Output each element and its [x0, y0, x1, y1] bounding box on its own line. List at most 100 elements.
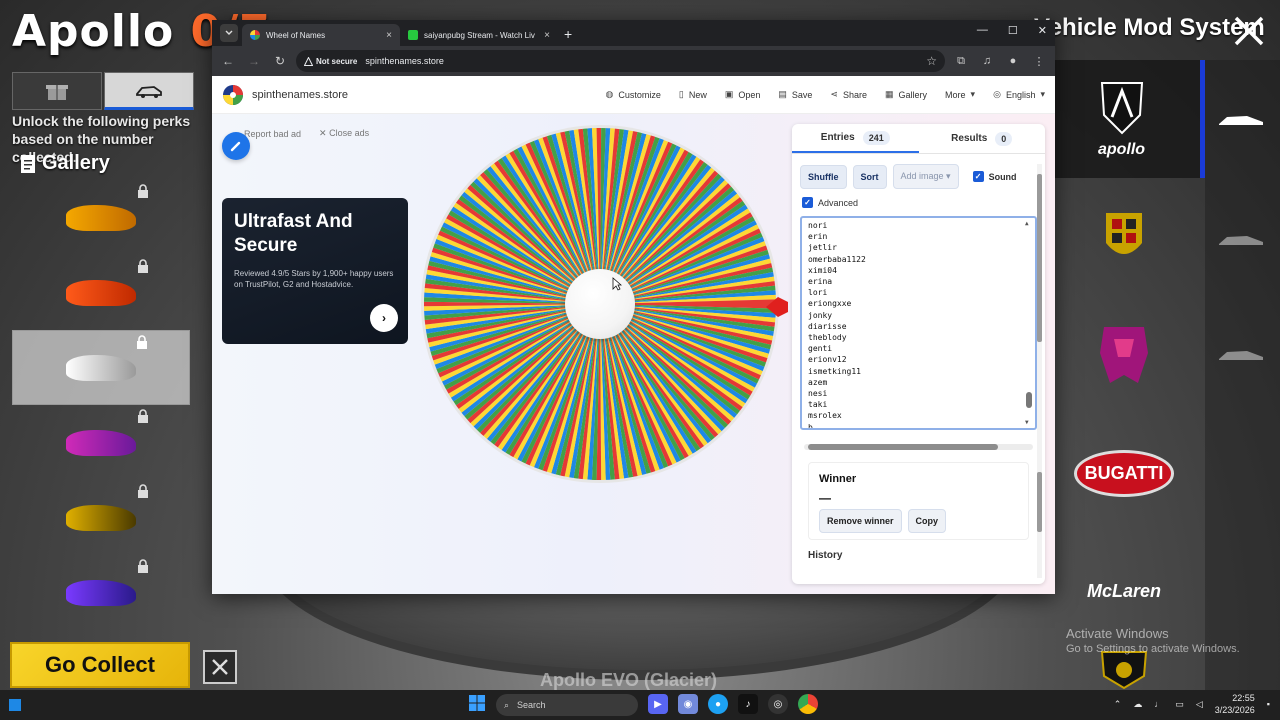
share-button[interactable]: ⋖ Share [830, 89, 867, 100]
microphone-icon[interactable]: ♩ [1154, 699, 1163, 709]
horizontal-scrollbar[interactable] [804, 444, 1033, 450]
task-view-button[interactable] [0, 690, 30, 720]
wheel-area[interactable] [420, 124, 788, 484]
scroll-down-icon[interactable]: ▼ [1025, 417, 1029, 428]
chrome-app-icon[interactable] [798, 694, 818, 714]
horizontal-scroll-thumb[interactable] [808, 444, 998, 450]
report-ad-link[interactable]: Report bad ad [244, 129, 301, 139]
bookmark-star-icon[interactable]: ☆ [926, 54, 937, 68]
entry-line: jetlir [808, 243, 837, 253]
entry-line: b [808, 422, 813, 430]
forward-icon[interactable]: → [244, 51, 264, 71]
discord-app-icon[interactable]: ◉ [678, 694, 698, 714]
scroll-thumb[interactable] [1026, 392, 1032, 408]
more-button[interactable]: More ▾ [945, 89, 975, 100]
checkbox-checked-icon[interactable]: ✓ [802, 197, 813, 208]
brand-apollo[interactable]: apollo [1043, 60, 1205, 178]
close-window-icon[interactable]: ✕ [1038, 24, 1047, 37]
wheel-center-button[interactable] [565, 269, 635, 339]
language-button[interactable]: ◎ English ▾ [993, 89, 1045, 100]
tiktok-app-icon[interactable]: ♪ [738, 694, 758, 714]
entries-textarea[interactable]: nori erin jetlir omerbaba1122 ximi04 erina lor… [800, 216, 1037, 430]
gift-tab[interactable] [12, 72, 102, 110]
car-item[interactable] [12, 480, 190, 555]
minimize-icon[interactable]: — [977, 24, 988, 37]
checkbox-checked-icon[interactable]: ✓ [972, 171, 984, 182]
sort-button[interactable]: Sort [852, 164, 887, 189]
meet-app-icon[interactable]: ▶ [648, 694, 668, 714]
cloud-icon[interactable]: ☁ [1133, 699, 1142, 710]
taskbar-search[interactable]: ⌕ Search [496, 694, 638, 716]
browser-menu-icon[interactable]: ⋮ [1029, 51, 1049, 71]
clock[interactable]: 22:55 3/23/2026 [1215, 692, 1255, 716]
results-count-badge: 0 [995, 131, 1013, 146]
palette-icon: ◍ [605, 89, 614, 99]
winner-title: Winner [819, 473, 857, 485]
site-logo-icon[interactable] [222, 84, 244, 106]
tab-wheel-of-names[interactable]: Wheel of Names × [242, 24, 400, 46]
customize-label: Customize [618, 89, 661, 100]
brand-transformers[interactable] [1043, 296, 1205, 414]
clock-date: 3/23/2026 [1214, 705, 1255, 715]
gallery-button[interactable]: ▦ Gallery [885, 89, 927, 100]
close-tab-icon[interactable]: × [386, 30, 392, 41]
advanced-toggle[interactable]: ✓ Advanced [802, 197, 1035, 208]
windows-start-icon[interactable] [468, 694, 486, 712]
panel-scroll-thumb[interactable] [1037, 174, 1042, 342]
close-icon[interactable] [1232, 14, 1266, 48]
ad-toggle-button[interactable] [222, 132, 250, 160]
save-button[interactable]: ▤ Save [778, 89, 812, 100]
car-item[interactable] [12, 180, 190, 255]
site-name[interactable]: spinthenames.store [252, 89, 348, 101]
back-icon[interactable]: ← [218, 51, 238, 71]
brand-porsche[interactable] [1043, 178, 1205, 296]
share-label: Share [842, 89, 867, 100]
ad-card[interactable]: Ultrafast And Secure Reviewed 4.9/5 Star… [222, 198, 408, 344]
kick-favicon-icon [408, 30, 418, 40]
messenger-app-icon[interactable]: ● [708, 694, 728, 714]
go-collect-button[interactable]: Go Collect [10, 642, 190, 688]
close-tab-icon[interactable]: × [544, 30, 550, 41]
sound-toggle[interactable]: ✓ Sound [972, 171, 1017, 182]
car-item-selected[interactable] [12, 330, 190, 405]
customize-button[interactable]: ◍ Customize [606, 89, 661, 100]
remove-winner-button[interactable]: Remove winner [819, 509, 902, 533]
tab-stream[interactable]: saiyanpubg Stream - Watch Liv × [400, 24, 558, 46]
obs-app-icon[interactable]: ◎ [768, 694, 788, 714]
panel-scrollbar[interactable] [1037, 164, 1042, 578]
extensions-icon[interactable]: ⧉ [951, 51, 971, 71]
add-image-button[interactable]: Add image ▾ [892, 164, 959, 189]
tab-results[interactable]: Results 0 [919, 124, 1046, 153]
reload-icon[interactable]: ↻ [270, 51, 290, 71]
open-button[interactable]: ▣ Open [725, 89, 761, 100]
tab-search-button[interactable] [220, 24, 238, 42]
address-bar[interactable]: Not secure spinthenames.store ☆ [296, 50, 945, 72]
car-tab[interactable] [104, 72, 194, 110]
entries-scrollbar[interactable]: ▲ ▼ [1025, 218, 1032, 426]
entries-count-badge: 241 [862, 130, 890, 145]
security-indicator[interactable]: Not secure [304, 56, 357, 66]
brand-bugatti[interactable]: BUGATTI [1043, 414, 1205, 532]
car-item[interactable] [12, 405, 190, 480]
scroll-up-icon[interactable]: ▲ [1025, 218, 1029, 229]
network-icon[interactable]: ▭ [1175, 699, 1184, 710]
media-controls-icon[interactable]: ♫ [977, 51, 997, 71]
notifications-icon[interactable]: ▪ [1267, 699, 1270, 709]
copy-button[interactable]: Copy [907, 509, 947, 533]
volume-icon[interactable]: ◁ [1196, 699, 1203, 710]
close-ads-button[interactable]: ✕ Close ads [319, 128, 369, 139]
ad-arrow-button[interactable]: › [370, 304, 398, 332]
profile-avatar-icon[interactable]: ● [1003, 51, 1023, 71]
browser-toolbar: ← → ↻ Not secure spinthenames.store ☆ ⧉ … [212, 46, 1055, 76]
new-tab-icon[interactable]: + [564, 26, 572, 42]
tab-entries[interactable]: Entries 241 [792, 124, 919, 153]
tray-overflow-icon[interactable]: ⌃ [1114, 699, 1122, 710]
brand-lamborghini[interactable] [1043, 650, 1205, 690]
car-item[interactable] [12, 555, 190, 630]
new-button[interactable]: ▯ New [679, 89, 707, 100]
panel-scroll-thumb[interactable] [1037, 472, 1042, 532]
tools-button[interactable] [203, 650, 237, 684]
shuffle-button[interactable]: Shuffle [800, 164, 847, 189]
maximize-icon[interactable]: ☐ [1008, 24, 1018, 37]
car-item[interactable] [12, 255, 190, 330]
